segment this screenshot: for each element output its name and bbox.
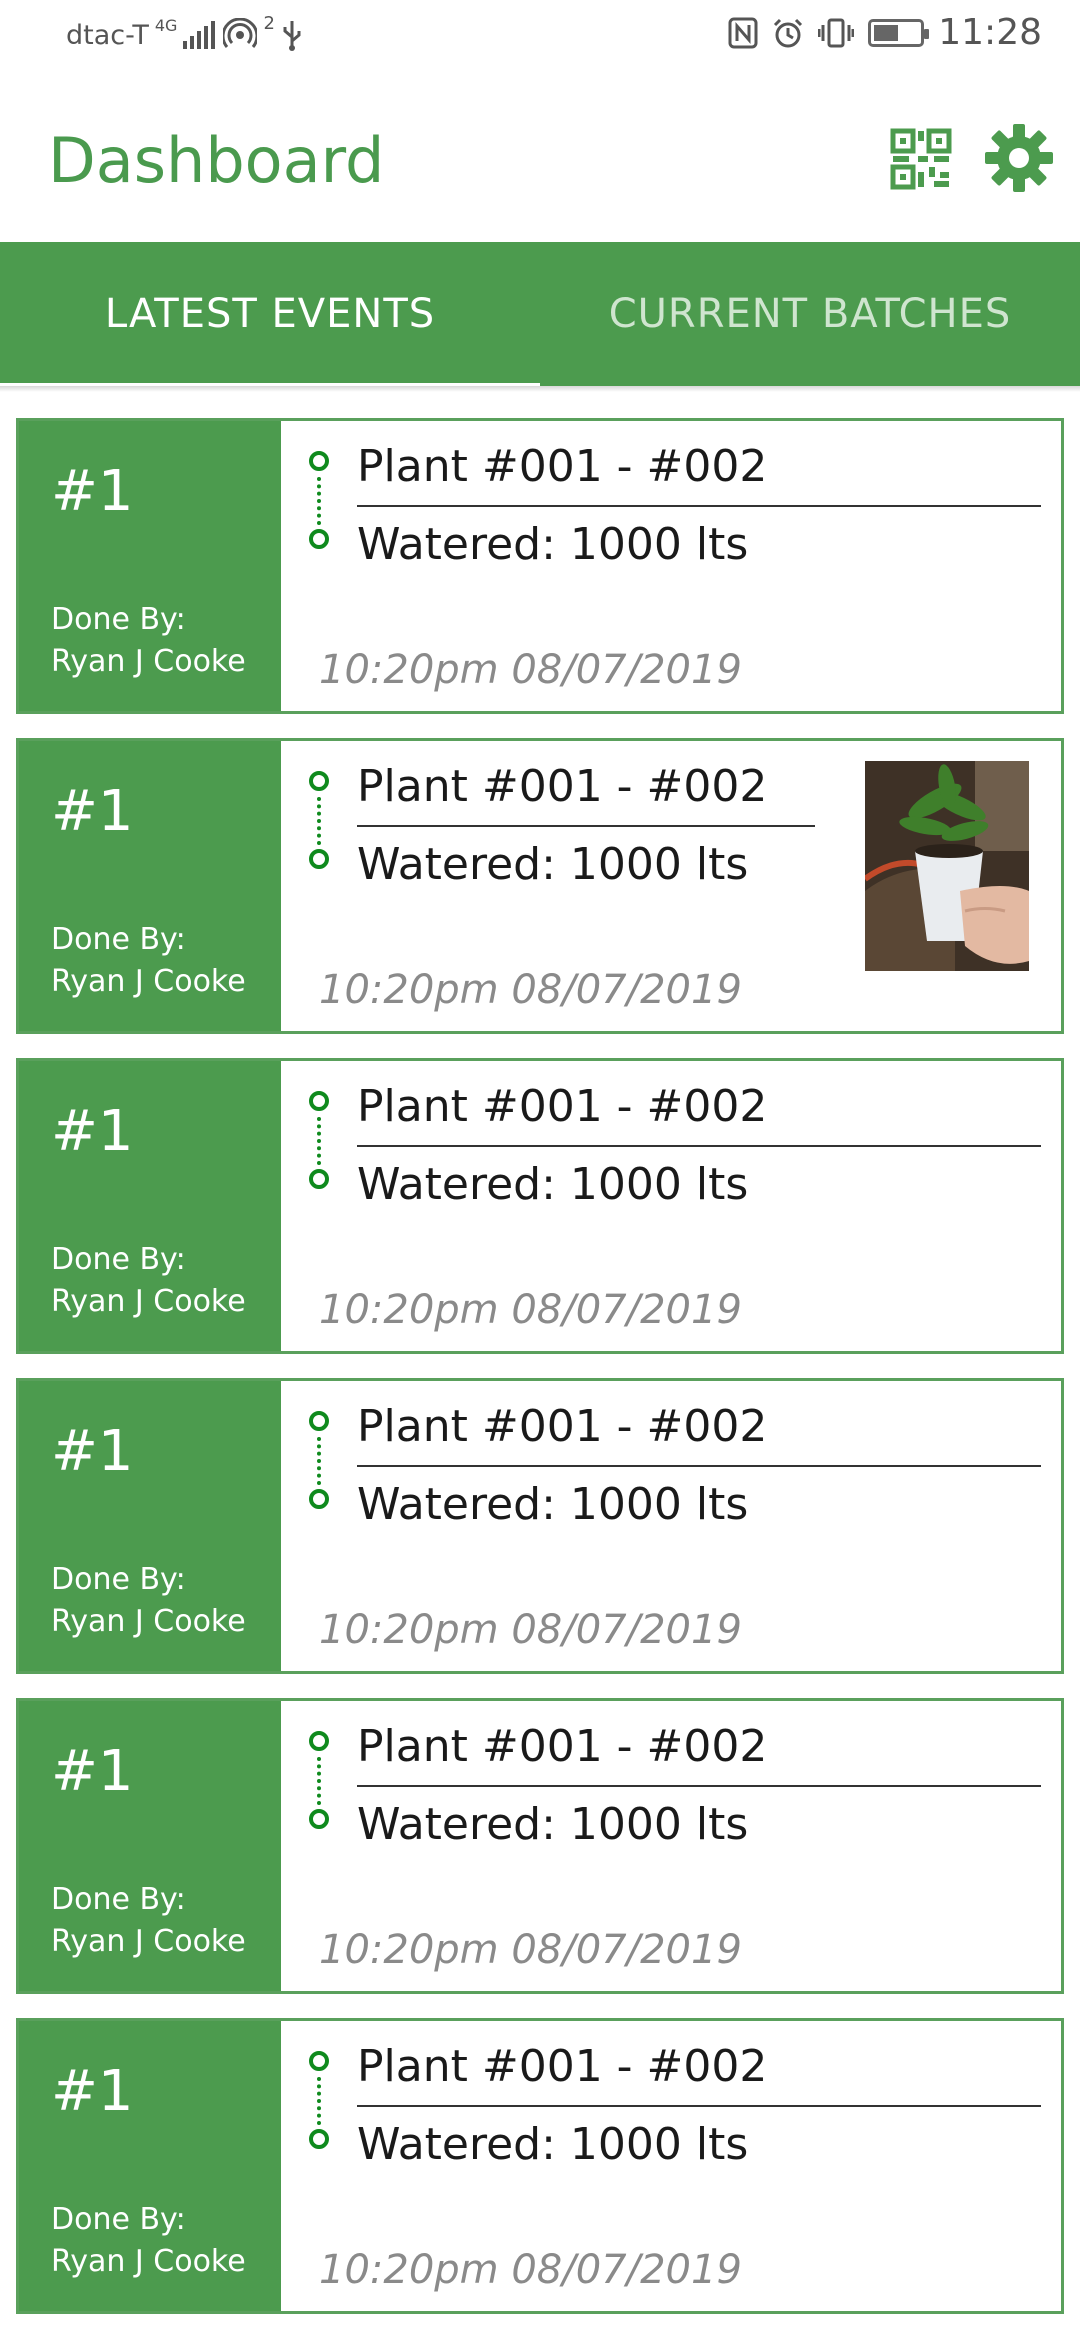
event-card[interactable]: #1 Done By: Ryan J Cooke Plant #001 - #0… xyxy=(16,418,1064,714)
signal-icon xyxy=(183,21,216,49)
timeline-icon xyxy=(307,1731,333,1831)
event-list: #1 Done By: Ryan J Cooke Plant #001 - #0… xyxy=(16,418,1064,2338)
done-by: Done By: Ryan J Cooke xyxy=(51,1559,246,1643)
usb-icon xyxy=(283,21,301,51)
done-by: Done By: Ryan J Cooke xyxy=(51,919,246,1003)
done-by: Done By: Ryan J Cooke xyxy=(51,599,246,683)
event-number: #1 xyxy=(51,1099,134,1164)
done-by: Done By: Ryan J Cooke xyxy=(51,1879,246,1963)
status-bar: dtac-T 4G 2 11:28 xyxy=(0,0,1080,72)
event-card-body: Plant #001 - #002 Watered: 1000 lts 10:2… xyxy=(281,1061,1061,1351)
event-number: #1 xyxy=(51,779,134,844)
event-action: Watered: 1000 lts xyxy=(357,839,749,890)
tab-shadow xyxy=(0,386,1080,392)
event-card-header: #1 Done By: Ryan J Cooke xyxy=(19,1701,281,1991)
event-plant-range: Plant #001 - #002 xyxy=(357,1081,768,1132)
event-plant-range: Plant #001 - #002 xyxy=(357,1401,768,1452)
event-card-header: #1 Done By: Ryan J Cooke xyxy=(19,1381,281,1671)
notification-count: 2 xyxy=(263,12,275,34)
done-by: Done By: Ryan J Cooke xyxy=(51,1239,246,1323)
event-action: Watered: 1000 lts xyxy=(357,1799,749,1850)
event-card[interactable]: #1 Done By: Ryan J Cooke Plant #001 - #0… xyxy=(16,1058,1064,1354)
qr-code-icon[interactable] xyxy=(890,128,952,190)
event-timestamp: 10:20pm 08/07/2019 xyxy=(319,1287,742,1333)
event-plant-range: Plant #001 - #002 xyxy=(357,441,768,492)
done-by-label: Done By: xyxy=(51,602,186,637)
event-number: #1 xyxy=(51,1739,134,1804)
divider xyxy=(357,1465,1041,1467)
event-card-header: #1 Done By: Ryan J Cooke xyxy=(19,741,281,1031)
event-number: #1 xyxy=(51,459,134,524)
event-card-body: Plant #001 - #002 Watered: 1000 lts 10:2… xyxy=(281,741,1061,1031)
tab-latest-events[interactable]: LATEST EVENTS xyxy=(0,242,540,388)
done-by-name: Ryan J Cooke xyxy=(51,644,246,679)
event-number: #1 xyxy=(51,1419,134,1484)
done-by-name: Ryan J Cooke xyxy=(51,1284,246,1319)
event-card[interactable]: #1 Done By: Ryan J Cooke Plant #001 - #0… xyxy=(16,2018,1064,2314)
clock: 11:28 xyxy=(938,12,1042,53)
event-number: #1 xyxy=(51,2059,134,2124)
tab-current-batches[interactable]: CURRENT BATCHES xyxy=(540,242,1080,386)
timeline-icon xyxy=(307,1091,333,1191)
timeline-icon xyxy=(307,451,333,551)
done-by-name: Ryan J Cooke xyxy=(51,1924,246,1959)
done-by-name: Ryan J Cooke xyxy=(51,1604,246,1639)
done-by-label: Done By: xyxy=(51,922,186,957)
timeline-icon xyxy=(307,2051,333,2151)
timeline-icon xyxy=(307,771,333,871)
done-by-label: Done By: xyxy=(51,2202,186,2237)
done-by: Done By: Ryan J Cooke xyxy=(51,2199,246,2283)
app-bar: Dashboard xyxy=(0,72,1080,242)
alarm-icon xyxy=(774,18,803,47)
event-timestamp: 10:20pm 08/07/2019 xyxy=(319,647,742,693)
settings-gear-icon[interactable] xyxy=(985,124,1053,192)
status-right: 11:28 xyxy=(728,12,1042,53)
hotspot-icon xyxy=(223,18,258,48)
done-by-label: Done By: xyxy=(51,1562,186,1597)
tab-bar: LATEST EVENTS CURRENT BATCHES xyxy=(0,242,1080,388)
event-action: Watered: 1000 lts xyxy=(357,2119,749,2170)
divider xyxy=(357,1145,1041,1147)
vibrate-icon xyxy=(818,18,855,47)
event-card-body: Plant #001 - #002 Watered: 1000 lts 10:2… xyxy=(281,1381,1061,1671)
event-timestamp: 10:20pm 08/07/2019 xyxy=(319,1927,742,1973)
event-timestamp: 10:20pm 08/07/2019 xyxy=(319,1607,742,1653)
divider xyxy=(357,825,815,827)
carrier-label: dtac-T xyxy=(66,19,149,51)
event-card[interactable]: #1 Done By: Ryan J Cooke Plant #001 - #0… xyxy=(16,1378,1064,1674)
done-by-label: Done By: xyxy=(51,1242,186,1277)
network-type-label: 4G xyxy=(154,15,178,35)
event-plant-range: Plant #001 - #002 xyxy=(357,761,768,812)
event-action: Watered: 1000 lts xyxy=(357,1479,749,1530)
event-card-body: Plant #001 - #002 Watered: 1000 lts 10:2… xyxy=(281,2021,1061,2311)
event-card-body: Plant #001 - #002 Watered: 1000 lts 10:2… xyxy=(281,421,1061,711)
status-left: dtac-T 4G 2 xyxy=(66,13,303,52)
divider xyxy=(357,505,1041,507)
event-plant-range: Plant #001 - #002 xyxy=(357,2041,768,2092)
event-card[interactable]: #1 Done By: Ryan J Cooke Plant #001 - #0… xyxy=(16,1698,1064,1994)
event-card-header: #1 Done By: Ryan J Cooke xyxy=(19,1061,281,1351)
divider xyxy=(357,1785,1041,1787)
event-card[interactable]: #1 Done By: Ryan J Cooke Plant #001 - #0… xyxy=(16,738,1064,1034)
event-card-header: #1 Done By: Ryan J Cooke xyxy=(19,2021,281,2311)
event-action: Watered: 1000 lts xyxy=(357,1159,749,1210)
event-plant-range: Plant #001 - #002 xyxy=(357,1721,768,1772)
divider xyxy=(357,2105,1041,2107)
event-timestamp: 10:20pm 08/07/2019 xyxy=(319,2247,742,2293)
page-title: Dashboard xyxy=(48,124,385,197)
event-photo[interactable] xyxy=(865,761,1029,971)
event-action: Watered: 1000 lts xyxy=(357,519,749,570)
battery-charging-icon xyxy=(868,18,930,47)
done-by-name: Ryan J Cooke xyxy=(51,2244,246,2279)
event-card-body: Plant #001 - #002 Watered: 1000 lts 10:2… xyxy=(281,1701,1061,1991)
done-by-label: Done By: xyxy=(51,1882,186,1917)
event-card-header: #1 Done By: Ryan J Cooke xyxy=(19,421,281,711)
event-timestamp: 10:20pm 08/07/2019 xyxy=(319,967,742,1013)
timeline-icon xyxy=(307,1411,333,1511)
nfc-icon xyxy=(728,17,758,48)
done-by-name: Ryan J Cooke xyxy=(51,964,246,999)
